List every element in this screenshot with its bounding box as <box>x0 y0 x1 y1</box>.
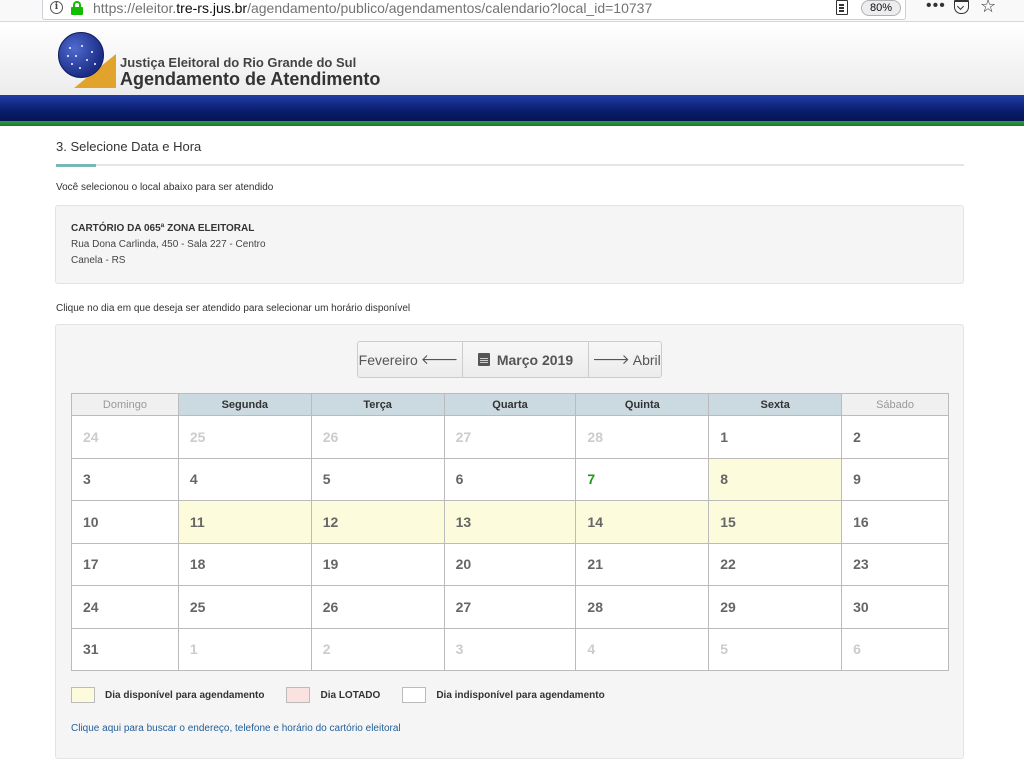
prev-month-label: Fevereiro <box>358 351 418 368</box>
location-address: Rua Dona Carlinda, 450 - Sala 227 - Cent… <box>71 239 266 250</box>
calendar-day-cell: 27 <box>443 585 577 629</box>
header-band <box>0 95 1024 121</box>
month-navigation: Fevereiro 🡐 Março 2019 🡒 Abril <box>357 341 662 378</box>
calendar-day-cell: 24 <box>71 585 179 629</box>
calendar-day-cell[interactable]: 12 <box>310 500 445 544</box>
calendar-day-cell: 7 <box>575 457 710 501</box>
current-month-label: Março 2019 <box>496 351 574 368</box>
calendar-week-row: 31 1 2 3 4 5 6 <box>71 627 949 671</box>
url-text[interactable]: https://eleitor.tre-rs.jus.br/agendament… <box>93 0 652 16</box>
weekday-header: Segunda <box>177 393 312 416</box>
calendar-day-cell: 26 <box>310 415 445 459</box>
calendar-day-cell: 2 <box>310 627 445 671</box>
calendar-day-cell[interactable]: 15 <box>708 500 843 544</box>
calendar-day-cell: 1 <box>708 415 843 459</box>
calendar-day-cell: 9 <box>841 457 949 501</box>
weekday-header: Quinta <box>575 393 710 416</box>
calendar-grid: Domingo Segunda Terça Quarta Quinta Sext… <box>71 393 949 671</box>
calendar-day-cell: 5 <box>310 457 445 501</box>
calendar-day-cell[interactable]: 14 <box>575 500 710 544</box>
weekday-header: Sábado <box>841 393 949 416</box>
intro-text: Você selecionou o local abaixo para ser … <box>56 182 274 193</box>
calendar-week-row: 10 11 12 13 14 15 16 <box>71 500 949 544</box>
calendar-day-cell: 6 <box>443 457 577 501</box>
calendar-day-cell[interactable]: 13 <box>443 500 577 544</box>
legend-full-label: Dia LOTADO <box>320 689 381 701</box>
calendar-day-cell: 20 <box>443 542 577 586</box>
location-name: CARTÓRIO DA 065ª ZONA ELEITORAL <box>71 223 255 234</box>
legend-unavailable-label: Dia indisponível para agendamento <box>436 689 605 701</box>
weekday-header-row: Domingo Segunda Terça Quarta Quinta Sext… <box>71 393 949 416</box>
arrow-right-icon: 🡒 <box>592 351 630 367</box>
calendar-legend: Dia disponível para agendamento Dia LOTA… <box>71 687 605 703</box>
zoom-level-badge[interactable]: 80% <box>861 0 901 16</box>
info-icon[interactable]: i <box>50 1 63 14</box>
next-month-label: Abril <box>632 351 661 368</box>
calendar-day-cell: 3 <box>443 627 577 671</box>
calendar-day-cell: 1 <box>177 627 312 671</box>
calendar-day-cell: 2 <box>841 415 949 459</box>
calendar-day-cell: 10 <box>71 500 179 544</box>
calendar-week-row: 24 25 26 27 28 29 30 <box>71 585 949 629</box>
calendar-day-cell: 17 <box>71 542 179 586</box>
calendar-icon <box>477 353 490 366</box>
pocket-icon[interactable] <box>954 0 969 14</box>
calendar-day-cell: 25 <box>177 415 312 459</box>
weekday-header: Domingo <box>71 393 179 416</box>
page-actions-icon[interactable]: ••• <box>926 0 946 15</box>
calendar-day-cell: 25 <box>177 585 312 629</box>
calendar-day-cell: 24 <box>71 415 179 459</box>
calendar-day-cell: 29 <box>708 585 843 629</box>
calendar-day-cell: 26 <box>310 585 445 629</box>
next-month-button[interactable]: 🡒 Abril <box>589 342 661 377</box>
calendar-panel: Fevereiro 🡐 Março 2019 🡒 Abril Domingo S… <box>55 324 964 759</box>
header-band-stripe <box>0 121 1024 126</box>
calendar-day-cell[interactable]: 11 <box>177 500 312 544</box>
weekday-header: Terça <box>310 393 445 416</box>
calendar-day-cell: 6 <box>841 627 949 671</box>
calendar-day-cell: 18 <box>177 542 312 586</box>
calendar-day-cell: 30 <box>841 585 949 629</box>
bookmark-star-icon[interactable]: ☆ <box>980 0 996 17</box>
arrow-left-icon: 🡐 <box>420 351 459 367</box>
location-box: CARTÓRIO DA 065ª ZONA ELEITORAL Rua Dona… <box>55 205 964 284</box>
calendar-hint: Clique no dia em que deseja ser atendido… <box>56 303 411 314</box>
browser-toolbar: i https://eleitor.tre-rs.jus.br/agendame… <box>0 0 1024 22</box>
step-title: 3. Selecione Data e Hora <box>56 139 202 154</box>
calendar-day-cell: 5 <box>708 627 843 671</box>
calendar-day-cell: 3 <box>71 457 179 501</box>
lock-icon[interactable] <box>71 1 83 15</box>
step-divider <box>56 164 964 167</box>
weekday-header: Sexta <box>708 393 843 416</box>
calendar-day-cell: 16 <box>841 500 949 544</box>
location-city: Canela - RS <box>71 255 126 266</box>
org-name: Justiça Eleitoral do Rio Grande do Sul <box>120 55 357 70</box>
calendar-day-cell: 4 <box>177 457 312 501</box>
calendar-day-cell: 21 <box>575 542 710 586</box>
weekday-header: Quarta <box>443 393 577 416</box>
office-info-link[interactable]: Clique aqui para buscar o endereço, tele… <box>71 723 401 734</box>
calendar-week-row: 17 18 19 20 21 22 23 <box>71 542 949 586</box>
calendar-day-cell: 19 <box>310 542 445 586</box>
court-logo[interactable] <box>58 32 116 90</box>
legend-swatch-unavailable <box>402 687 427 703</box>
legend-available-label: Dia disponível para agendamento <box>105 689 265 701</box>
calendar-week-row: 3456789 <box>71 457 949 501</box>
app-title: Agendamento de Atendimento <box>120 69 381 89</box>
legend-swatch-available <box>71 687 95 703</box>
calendar-day-cell: 28 <box>575 585 710 629</box>
reader-view-icon[interactable] <box>836 0 848 15</box>
current-month-button[interactable]: Março 2019 <box>463 342 589 377</box>
calendar-day-cell: 22 <box>708 542 843 586</box>
legend-swatch-full <box>286 687 311 703</box>
site-header: Justiça Eleitoral do Rio Grande do Sul A… <box>0 23 1024 95</box>
calendar-day-cell: 28 <box>575 415 710 459</box>
calendar-week-row: 24 25 26 27 28 1 2 <box>71 415 949 459</box>
calendar-day-cell[interactable]: 8 <box>708 457 843 501</box>
calendar-day-cell: 4 <box>575 627 710 671</box>
calendar-day-cell: 23 <box>841 542 949 586</box>
calendar-day-cell: 27 <box>443 415 577 459</box>
prev-month-button[interactable]: Fevereiro 🡐 <box>358 342 463 377</box>
calendar-day-cell: 31 <box>71 627 179 671</box>
